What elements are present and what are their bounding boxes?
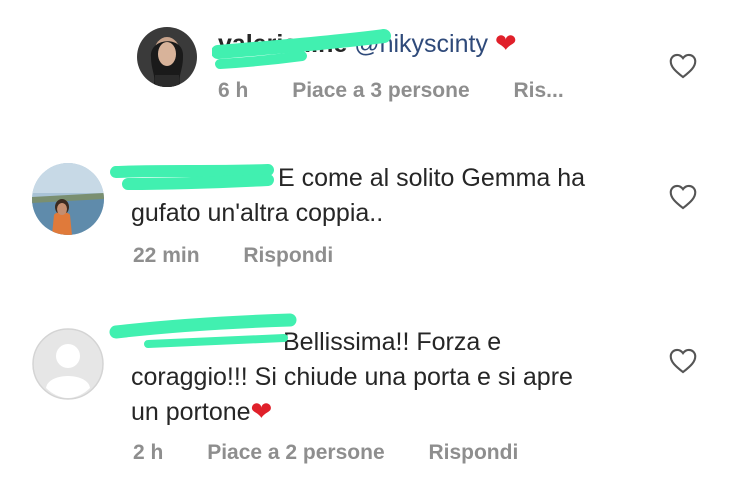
reply-button[interactable]: Ris... <box>513 79 563 102</box>
comment-time: 2 h <box>133 441 164 464</box>
reply-button[interactable]: Rispondi <box>243 244 333 267</box>
redaction-scribble <box>110 164 274 190</box>
comment-meta: 22 min Rispondi <box>133 242 371 270</box>
comment-body: un portone <box>131 398 251 426</box>
mention-link[interactable]: @nikyscinty <box>354 30 488 58</box>
likes-count[interactable]: Piace a 3 persone <box>292 79 469 102</box>
comments-thread: valeria...ne @nikyscinty ❤ 6 h Piace a 3… <box>0 0 740 480</box>
avatar[interactable] <box>137 27 197 87</box>
heart-emoji: ❤ <box>494 28 517 58</box>
likes-count[interactable]: Piace a 2 persone <box>207 441 384 464</box>
comment-body: coraggio!!! Si chiude una porta e si apr… <box>131 363 573 391</box>
comment-username[interactable]: valeria...ne <box>218 30 347 58</box>
comment-text: E come al solito Gemma ha <box>278 161 585 195</box>
comment-text-continued: coraggio!!! Si chiude una porta e si apr… <box>131 360 573 394</box>
comment-meta: 6 h Piace a 3 persone Ris... <box>218 77 602 105</box>
comment-body: gufato un'altra coppia.. <box>131 199 384 227</box>
comment-meta: 2 h Piace a 2 persone Rispondi <box>133 439 556 467</box>
reply-button[interactable]: Rispondi <box>428 441 518 464</box>
comment-text: valeria...ne @nikyscinty ❤ <box>218 26 517 61</box>
comment-text-continued: gufato un'altra coppia.. <box>131 196 383 230</box>
comment-text-continued: un portone❤ <box>131 394 272 429</box>
default-avatar-icon[interactable] <box>32 328 104 400</box>
comment-time: 6 h <box>218 79 249 102</box>
heart-outline-icon[interactable] <box>669 184 697 210</box>
avatar[interactable] <box>32 163 104 235</box>
redaction-scribble <box>109 313 297 348</box>
heart-outline-icon[interactable] <box>669 348 697 374</box>
heart-outline-icon[interactable] <box>669 53 697 79</box>
comment-text: Bellissima!! Forza e <box>283 325 501 359</box>
comment-body: Bellissima!! Forza e <box>283 328 502 356</box>
comment-body: E come al solito Gemma ha <box>278 164 586 192</box>
comment-time: 22 min <box>133 244 200 267</box>
heart-emoji: ❤ <box>250 396 273 426</box>
